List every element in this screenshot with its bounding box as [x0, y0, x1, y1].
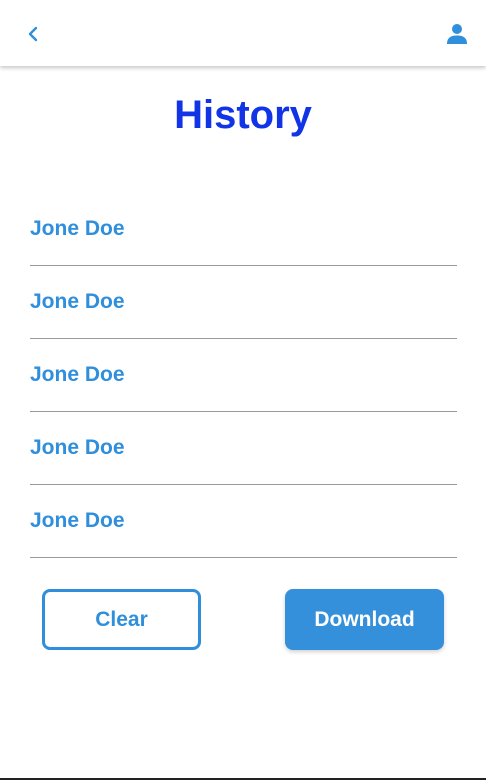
history-item-label: Jone Doe [30, 436, 125, 459]
download-button[interactable]: Download [285, 589, 444, 650]
history-item-label: Jone Doe [30, 290, 125, 313]
person-icon [447, 24, 467, 44]
clear-button[interactable]: Clear [42, 589, 201, 650]
back-button[interactable] [18, 19, 48, 49]
history-item-label: Jone Doe [30, 363, 125, 386]
history-item-label: Jone Doe [30, 509, 125, 532]
history-item[interactable]: Jone Doe [30, 485, 457, 558]
page-title: History [174, 93, 312, 137]
history-item-label: Jone Doe [30, 217, 125, 240]
chevron-left-icon [28, 26, 38, 42]
app-bar [0, 0, 486, 66]
profile-button[interactable] [442, 19, 472, 49]
history-item[interactable]: Jone Doe [30, 266, 457, 339]
history-item[interactable]: Jone Doe [30, 339, 457, 412]
history-item[interactable]: Jone Doe [30, 412, 457, 485]
history-item[interactable]: Jone Doe [30, 193, 457, 266]
history-list: Jone Doe Jone Doe Jone Doe Jone Doe Jone… [30, 193, 457, 558]
